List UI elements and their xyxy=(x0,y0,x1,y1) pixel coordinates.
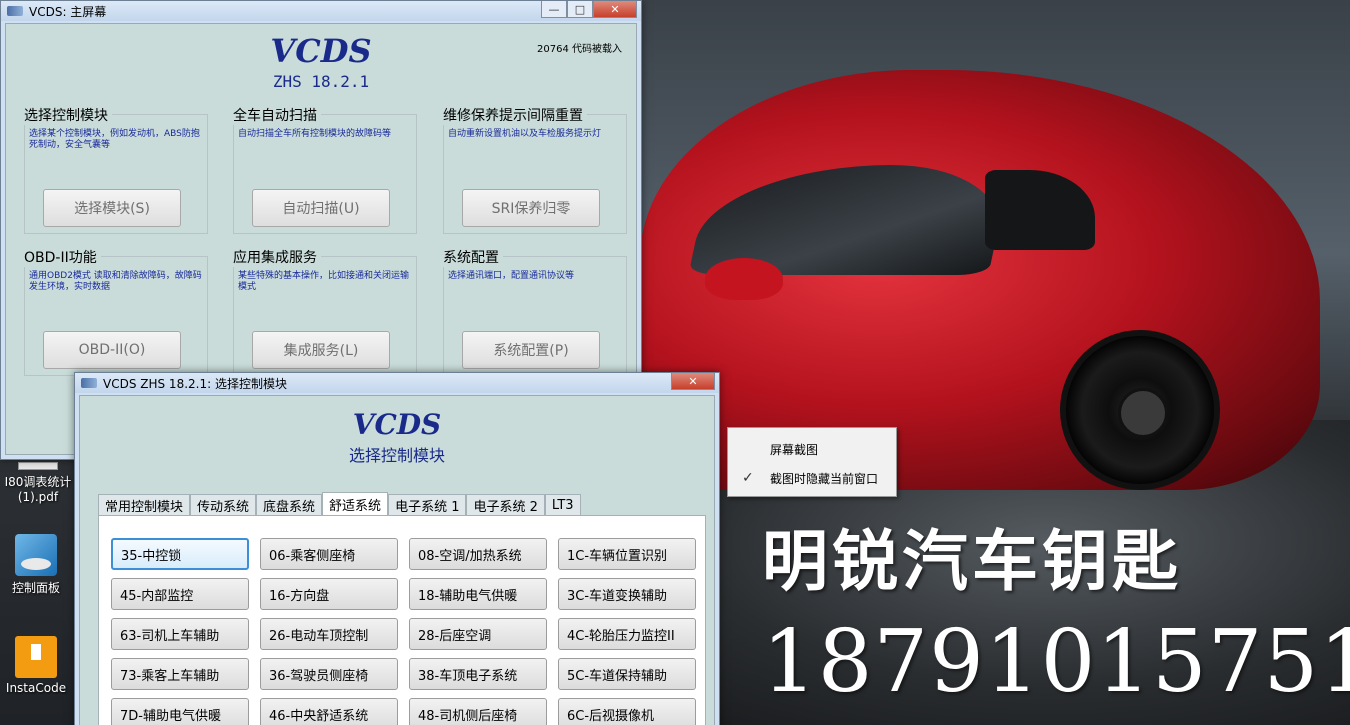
module-button[interactable]: 38-车顶电子系统 xyxy=(409,658,547,690)
group-description: 通用OBD2模式 读取和清除故障码，故障码发生环境，实时数据 xyxy=(29,271,202,292)
menu-item-screenshot[interactable]: 屏幕截图 xyxy=(728,437,896,461)
module-button[interactable]: 28-后座空调 xyxy=(409,618,547,650)
group-description: 选择通讯端口，配置通讯协议等 xyxy=(448,271,575,281)
tab-electronics-1[interactable]: 电子系统 1 xyxy=(388,494,467,516)
maximize-button[interactable]: □ xyxy=(567,1,593,18)
group-description: 某些特殊的基本操作，比如接通和关闭运输模式 xyxy=(238,271,410,292)
vcds-logo: VCDS xyxy=(352,408,442,441)
select-module-button[interactable]: 选择模块(S) xyxy=(43,189,181,227)
main-window-title: VCDS: 主屏幕 xyxy=(29,4,107,19)
module-button[interactable]: 1C-车辆位置识别 xyxy=(558,538,696,570)
group-integrated-services: 应用集成服务 某些特殊的基本操作，比如接通和关闭运输模式 集成服务(L) xyxy=(233,247,417,376)
pdf-file-icon xyxy=(18,462,58,470)
minimize-button[interactable]: — xyxy=(541,1,567,18)
integrated-services-button[interactable]: 集成服务(L) xyxy=(252,331,390,369)
module-button[interactable]: 35-中控锁 xyxy=(111,538,249,570)
comfort-tab-panel: 35-中控锁 06-乘客侧座椅 08-空调/加热系统 1C-车辆位置识别 45-… xyxy=(98,515,706,725)
module-button[interactable]: 5C-车道保持辅助 xyxy=(558,658,696,690)
wallpaper-shop-name: 明锐汽车钥匙 xyxy=(762,523,1182,600)
tab-common[interactable]: 常用控制模块 xyxy=(98,494,191,516)
wallpaper-car-wheel xyxy=(1060,330,1220,490)
module-button[interactable]: 18-辅助电气供暖 xyxy=(409,578,547,610)
desktop-icon-label: 控制面板 xyxy=(11,581,60,595)
module-button[interactable]: 26-电动车顶控制 xyxy=(260,618,398,650)
tab-chassis[interactable]: 底盘系统 xyxy=(256,494,323,516)
module-button[interactable]: 45-内部监控 xyxy=(111,578,249,610)
module-button[interactable]: 46-中央舒适系统 xyxy=(260,698,398,725)
group-title: 应用集成服务 xyxy=(233,247,321,267)
module-button[interactable]: 73-乘客上车辅助 xyxy=(111,658,249,690)
wallpaper-phone-number: 18791015751 xyxy=(762,612,1350,712)
desktop-icon-instacode[interactable]: InstaCode xyxy=(0,636,72,695)
tab-lt3[interactable]: LT3 xyxy=(544,494,581,516)
module-button[interactable]: 7D-辅助电气供暖 xyxy=(111,698,249,725)
auto-scan-button[interactable]: 自动扫描(U) xyxy=(252,189,390,227)
wallpaper-car-mirror xyxy=(705,258,783,300)
group-select-module: 选择控制模块 选择某个控制模块，例如发动机，ABS防抱死制动，安全气囊等 选择模… xyxy=(24,105,208,234)
group-title: OBD-II功能 xyxy=(24,247,101,267)
module-window-subtitle: 选择控制模块 xyxy=(348,446,445,465)
screenshot-context-menu: 屏幕截图 ✓ 截图时隐藏当前窗口 xyxy=(727,427,897,497)
instacode-icon xyxy=(15,636,57,678)
tab-drivetrain[interactable]: 传动系统 xyxy=(190,494,257,516)
module-button[interactable]: 3C-车道变换辅助 xyxy=(558,578,696,610)
vcds-app-icon xyxy=(7,6,23,16)
group-service-reset: 维修保养提示间隔重置 自动重新设置机油以及车检服务提示灯 SRI保养归零 xyxy=(443,105,627,234)
group-description: 选择某个控制模块，例如发动机，ABS防抱死制动，安全气囊等 xyxy=(29,129,200,150)
main-window-controls: — □ ✕ xyxy=(541,1,637,18)
menu-item-hide-window[interactable]: ✓ 截图时隐藏当前窗口 xyxy=(728,466,896,490)
module-window-title: VCDS ZHS 18.2.1: 选择控制模块 xyxy=(103,376,287,391)
group-auto-scan: 全车自动扫描 自动扫描全车所有控制模块的故障码等 自动扫描(U) xyxy=(233,105,417,234)
desktop-icon-control-panel[interactable]: 控制面板 xyxy=(0,534,72,596)
module-window-controls: ✕ xyxy=(671,373,715,390)
group-obd2: OBD-II功能 通用OBD2模式 读取和清除故障码，故障码发生环境，实时数据 … xyxy=(24,247,208,376)
module-button[interactable]: 4C-轮胎压力监控II xyxy=(558,618,696,650)
module-button[interactable]: 6C-后视摄像机 xyxy=(558,698,696,725)
menu-item-label: 屏幕截图 xyxy=(770,442,819,457)
module-button[interactable]: 63-司机上车辅助 xyxy=(111,618,249,650)
module-button[interactable]: 06-乘客侧座椅 xyxy=(260,538,398,570)
module-button[interactable]: 08-空调/加热系统 xyxy=(409,538,547,570)
desktop-icon-pdf[interactable]: I80调表统计(1).pdf xyxy=(2,462,74,504)
group-title: 维修保养提示间隔重置 xyxy=(443,105,587,125)
desktop-icon-label: InstaCode xyxy=(5,681,67,695)
desktop-icon-label: I80调表统计(1).pdf xyxy=(4,475,72,504)
group-description: 自动扫描全车所有控制模块的故障码等 xyxy=(238,129,392,139)
group-title: 系统配置 xyxy=(443,247,503,267)
checkmark-icon: ✓ xyxy=(742,470,754,486)
obd2-button[interactable]: OBD-II(O) xyxy=(43,331,181,369)
group-title: 选择控制模块 xyxy=(24,105,112,125)
group-description: 自动重新设置机油以及车检服务提示灯 xyxy=(448,129,602,139)
module-button[interactable]: 48-司机侧后座椅 xyxy=(409,698,547,725)
vcds-app-icon xyxy=(81,378,97,388)
group-system-config: 系统配置 选择通讯端口，配置通讯协议等 系统配置(P) xyxy=(443,247,627,376)
close-button[interactable]: ✕ xyxy=(671,373,715,390)
system-config-button[interactable]: 系统配置(P) xyxy=(462,331,600,369)
module-window-titlebar[interactable]: VCDS ZHS 18.2.1: 选择控制模块 xyxy=(75,373,719,393)
sri-reset-button[interactable]: SRI保养归零 xyxy=(462,189,600,227)
module-window-client: VCDS 选择控制模块 常用控制模块 传动系统 底盘系统 舒适系统 电子系统 1… xyxy=(79,395,715,725)
control-panel-icon xyxy=(15,534,57,576)
module-button[interactable]: 36-驾驶员侧座椅 xyxy=(260,658,398,690)
version-label: ZHS 18.2.1 xyxy=(272,72,370,91)
group-title: 全车自动扫描 xyxy=(233,105,321,125)
codes-loaded-label: 20764 代码被载入 xyxy=(537,44,622,55)
close-button[interactable]: ✕ xyxy=(593,1,637,18)
menu-item-label: 截图时隐藏当前窗口 xyxy=(770,471,879,486)
module-button[interactable]: 16-方向盘 xyxy=(260,578,398,610)
module-category-tabs: 常用控制模块 传动系统 底盘系统 舒适系统 电子系统 1 电子系统 2 LT3 xyxy=(98,492,581,516)
tab-comfort[interactable]: 舒适系统 xyxy=(322,492,389,516)
tab-electronics-2[interactable]: 电子系统 2 xyxy=(466,494,545,516)
select-module-window: VCDS ZHS 18.2.1: 选择控制模块 ✕ VCDS 选择控制模块 常用… xyxy=(74,372,720,725)
